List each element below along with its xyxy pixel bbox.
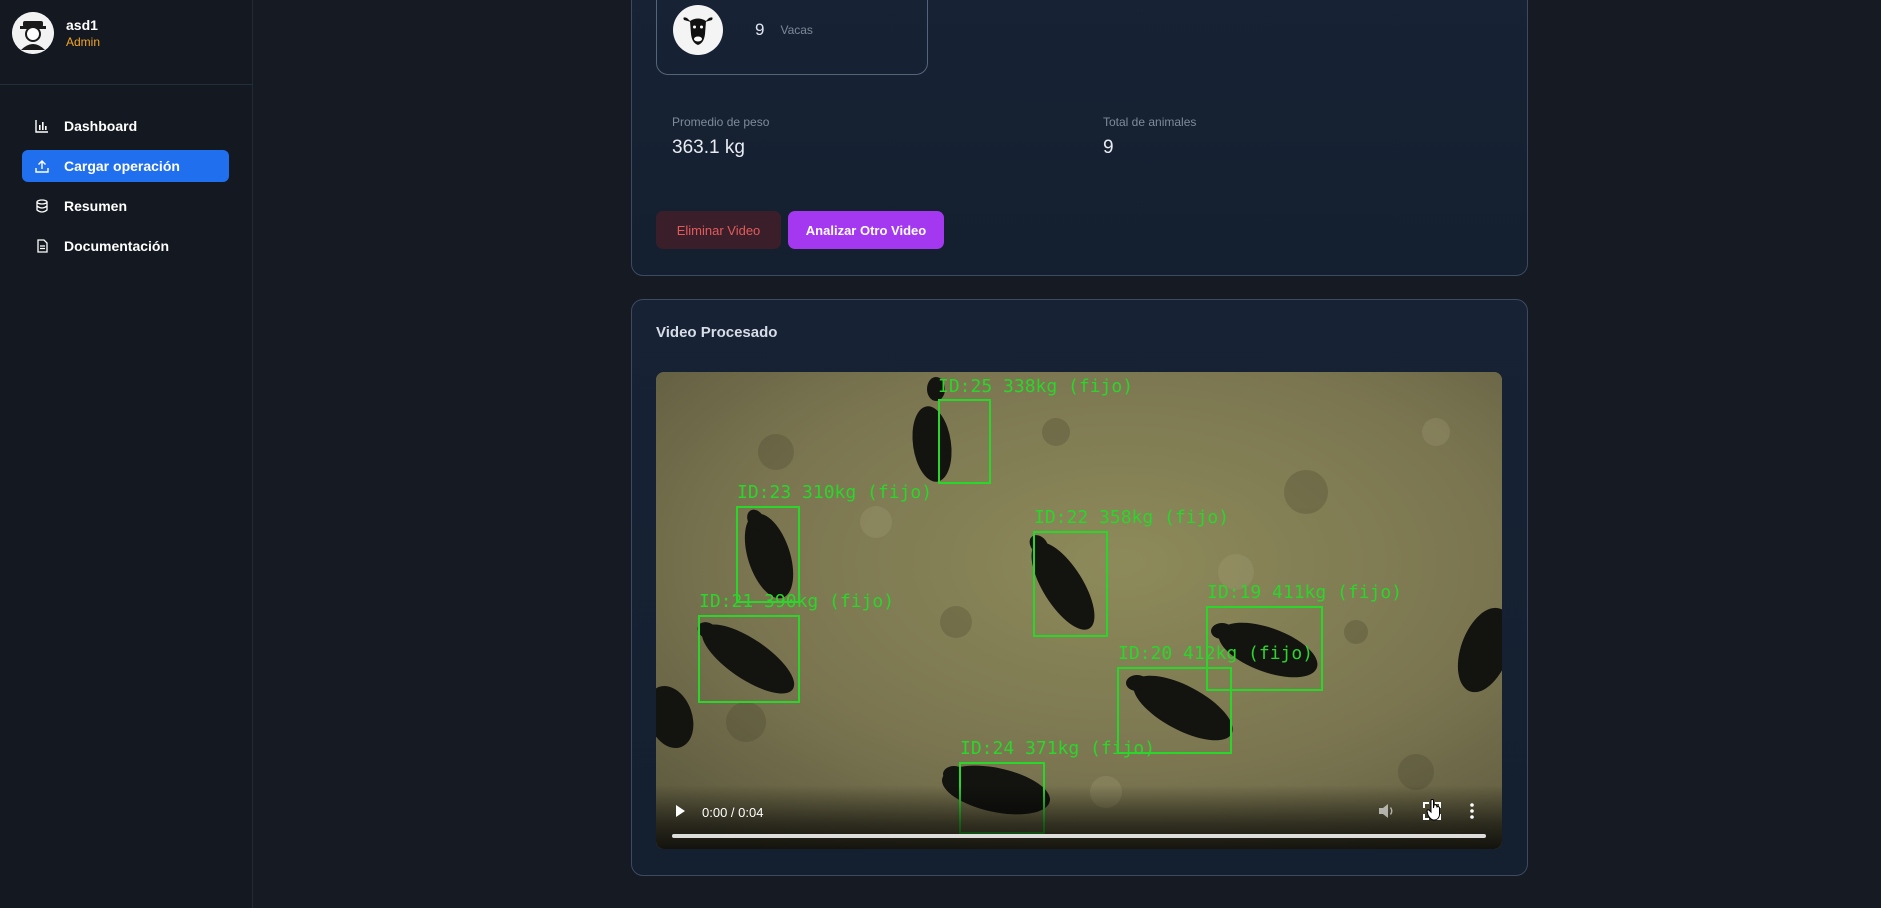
analyze-another-video-button[interactable]: Analizar Otro Video bbox=[788, 211, 944, 249]
video-title: Video Procesado bbox=[656, 324, 778, 341]
video-controls: 0:00 / 0:04 bbox=[656, 785, 1502, 849]
sidebar-item-cargar-operacion[interactable]: Cargar operación bbox=[22, 150, 229, 182]
user-avatar-icon bbox=[12, 12, 54, 54]
detection-label: ID:23 310kg (fijo) bbox=[737, 482, 932, 503]
sidebar-divider bbox=[0, 84, 252, 85]
avatar bbox=[12, 12, 54, 54]
sidebar-item-label: Dashboard bbox=[64, 118, 138, 134]
delete-video-button[interactable]: Eliminar Video bbox=[656, 211, 781, 249]
stat-value: 363.1 kg bbox=[672, 137, 745, 158]
detection-label: ID:22 358kg (fijo) bbox=[1034, 507, 1229, 528]
detection-label: ID:24 371kg (fijo) bbox=[960, 738, 1155, 759]
detection-label: ID:19 411kg (fijo) bbox=[1207, 582, 1402, 603]
user-name: asd1 bbox=[66, 17, 98, 33]
sidebar-item-dashboard[interactable]: Dashboard bbox=[22, 110, 229, 142]
sidebar-item-label: Documentación bbox=[64, 238, 170, 254]
sidebar-item-documentacion[interactable]: Documentación bbox=[22, 230, 229, 262]
video-progress-bar[interactable] bbox=[672, 834, 1486, 838]
stat-total-animales: Total de animales 9 bbox=[1103, 115, 1196, 159]
processed-video-card: Video Procesado ID:25 338kg (fijo) ID:23… bbox=[631, 299, 1528, 876]
sidebar-item-label: Cargar operación bbox=[64, 158, 180, 174]
stat-label: Total de animales bbox=[1103, 115, 1197, 129]
document-icon bbox=[34, 238, 50, 254]
sidebar-item-label: Resumen bbox=[64, 198, 128, 214]
vacas-label: Vacas bbox=[780, 23, 813, 37]
sidebar-item-resumen[interactable]: Resumen bbox=[22, 190, 229, 222]
vacas-count-box: 9 Vacas bbox=[656, 0, 928, 75]
upload-icon bbox=[34, 158, 50, 174]
stat-label: Promedio de peso bbox=[672, 115, 770, 129]
sidebar-nav: Dashboard Cargar operación Resumen Docum… bbox=[22, 110, 229, 270]
hand-cursor-icon bbox=[1426, 799, 1440, 821]
video-time: 0:00 / 0:04 bbox=[702, 805, 764, 820]
play-icon[interactable] bbox=[672, 803, 688, 819]
cow-logo-icon bbox=[673, 5, 723, 55]
sidebar: asd1 Admin Dashboard Cargar operación Re… bbox=[0, 0, 253, 908]
video-frame: ID:25 338kg (fijo) ID:23 310kg (fijo) ID… bbox=[656, 372, 1502, 849]
detection-label: ID:20 412kg (fijo) bbox=[1118, 643, 1313, 664]
bar-chart-icon bbox=[34, 118, 50, 134]
stat-value: 9 bbox=[1103, 137, 1114, 158]
user-profile[interactable]: asd1 Admin bbox=[12, 12, 100, 54]
user-role: Admin bbox=[66, 35, 101, 49]
detection-label: ID:21 390kg (fijo) bbox=[699, 591, 894, 612]
detection-label: ID:25 338kg (fijo) bbox=[938, 376, 1133, 397]
summary-card: 9 Vacas Promedio de peso 363.1 kg Total … bbox=[631, 0, 1528, 276]
volume-icon[interactable] bbox=[1378, 803, 1396, 819]
more-options-icon[interactable] bbox=[1468, 802, 1476, 820]
video-player[interactable]: ID:25 338kg (fijo) ID:23 310kg (fijo) ID… bbox=[656, 372, 1502, 849]
vacas-count: 9 bbox=[755, 20, 765, 39]
database-icon bbox=[34, 198, 50, 214]
stat-promedio-peso: Promedio de peso 363.1 kg bbox=[672, 115, 769, 159]
